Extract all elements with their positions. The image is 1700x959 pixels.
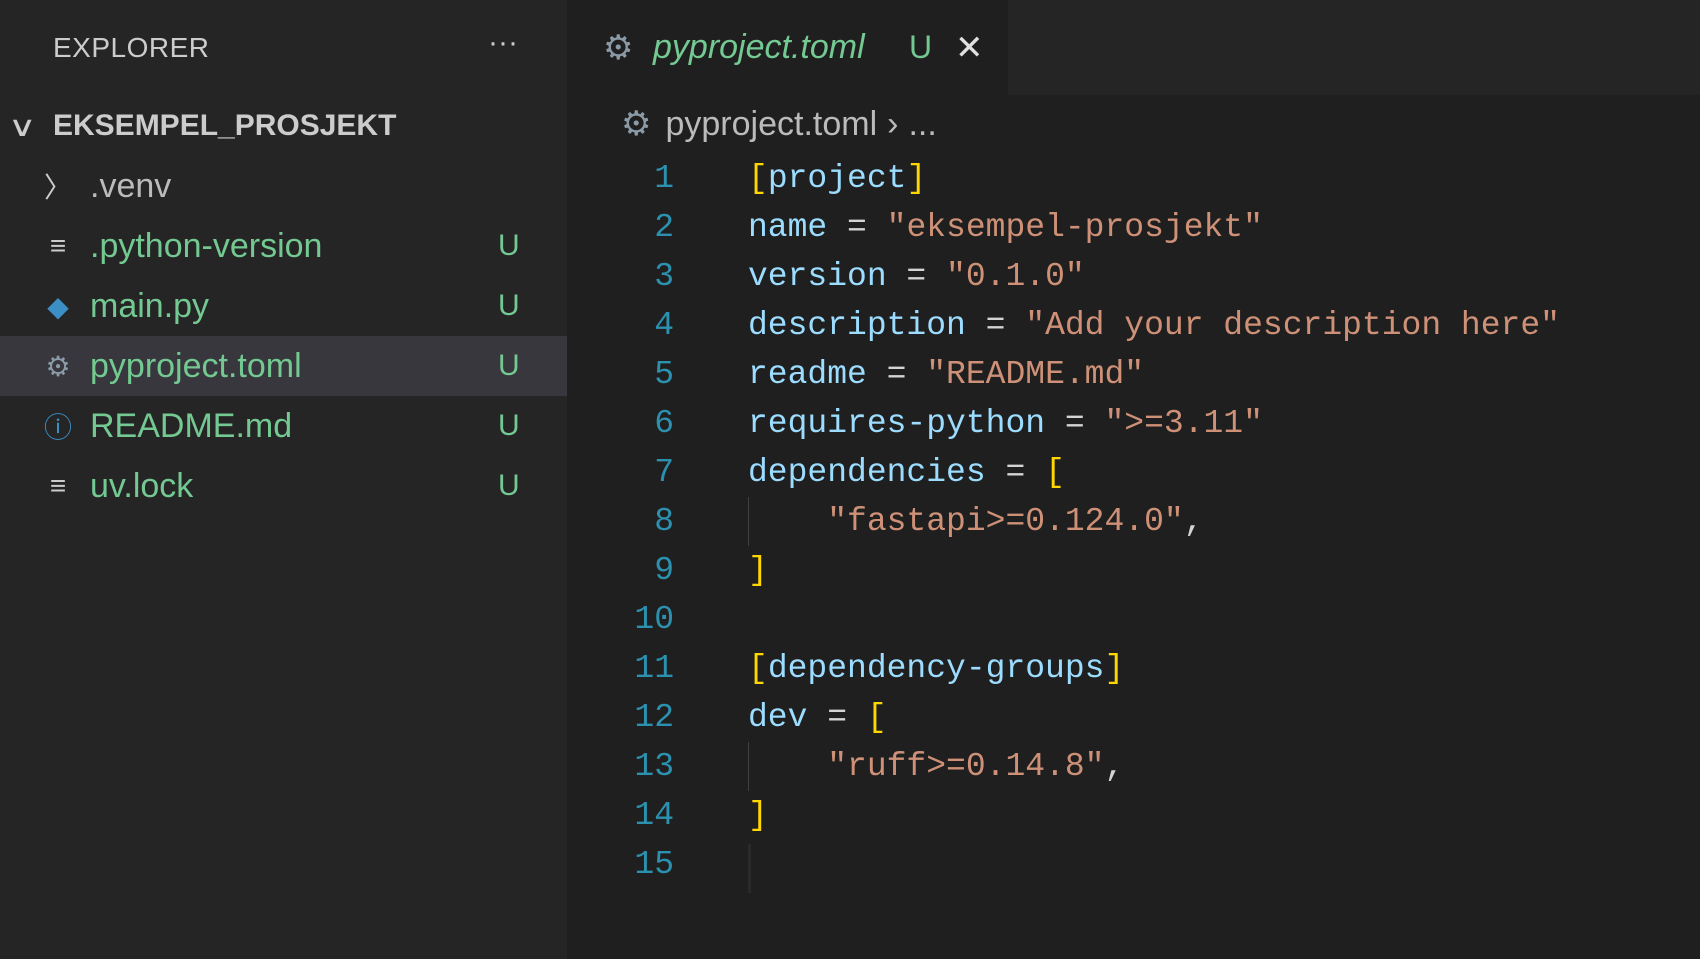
- chevron-right-icon: 〉: [43, 172, 72, 203]
- gear-icon: ⚙: [45, 350, 71, 382]
- breadcrumb-file[interactable]: pyproject.toml: [665, 105, 877, 144]
- tab-label: pyproject.toml: [653, 28, 865, 66]
- code-line: 10: [634, 601, 674, 638]
- gear-icon: ⚙: [621, 105, 652, 143]
- gear-icon: ⚙: [603, 28, 634, 67]
- tree-item-readme[interactable]: ⓘ README.md U: [0, 396, 567, 456]
- tree-item-python-version[interactable]: ≡ .python-version U: [0, 216, 567, 276]
- more-actions-button[interactable]: ···: [488, 26, 518, 60]
- chevron-down-icon: ∨: [7, 110, 37, 142]
- editor: ⚙ pyproject.toml U ✕ ⚙ pyproject.toml › …: [567, 0, 1700, 959]
- untracked-badge: U: [498, 289, 520, 322]
- chevron-right-icon: ›: [887, 104, 899, 143]
- untracked-badge: U: [498, 469, 520, 502]
- close-icon[interactable]: ✕: [955, 28, 984, 68]
- code-line: 7 dependencies = [: [654, 454, 1065, 491]
- project-folder[interactable]: ∨ EKSEMPEL_PROSJEKT: [0, 96, 567, 156]
- file-label: main.py: [90, 286, 210, 325]
- explorer-title: EXPLORER: [53, 32, 210, 63]
- tree-item-pyproject[interactable]: ⚙ pyproject.toml U: [0, 336, 567, 396]
- code-line: 2 name = "eksempel-prosjekt": [654, 209, 1263, 246]
- code-line: 13 "ruff>=0.14.8",: [634, 748, 1125, 785]
- info-icon: ⓘ: [43, 412, 72, 443]
- code-line: 15: [634, 846, 674, 883]
- untracked-badge: U: [909, 29, 933, 65]
- tab-bar: ⚙ pyproject.toml U ✕: [567, 0, 1700, 95]
- file-label: uv.lock: [90, 466, 194, 505]
- code-line: 9]: [654, 552, 768, 589]
- untracked-badge: U: [498, 349, 520, 382]
- code-line: 14]: [634, 797, 768, 834]
- file-label: README.md: [90, 406, 293, 445]
- file-label: .python-version: [90, 226, 323, 265]
- code-line: 4 description = "Add your description her…: [654, 307, 1560, 344]
- lines-icon: ≡: [49, 470, 67, 501]
- breadcrumb-symbols[interactable]: ...: [908, 105, 936, 144]
- explorer-sidebar: EXPLORER ··· ∨ EKSEMPEL_PROSJEKT 〉 .venv…: [0, 0, 567, 959]
- python-icon: ◆: [47, 290, 69, 322]
- code-line: 6 requires-python = ">=3.11": [654, 405, 1263, 442]
- code-line: 3 version = "0.1.0": [654, 258, 1085, 295]
- code-line: 5 readme = "README.md": [654, 356, 1145, 393]
- lines-icon: ≡: [49, 230, 67, 261]
- file-label: pyproject.toml: [90, 346, 302, 385]
- tab-pyproject[interactable]: ⚙ pyproject.toml U ✕: [567, 0, 1008, 95]
- breadcrumb: ⚙ pyproject.toml › ...: [621, 104, 937, 144]
- code-line: 12 dev = [: [634, 699, 887, 736]
- tree-item-uv-lock[interactable]: ≡ uv.lock U: [0, 456, 567, 516]
- file-label: .venv: [90, 166, 172, 205]
- untracked-badge: U: [498, 229, 520, 262]
- code-line: 11 [dependency-groups]: [634, 650, 1125, 687]
- untracked-badge: U: [498, 409, 520, 442]
- tree-item-venv[interactable]: 〉 .venv: [0, 156, 567, 216]
- tree-item-main-py[interactable]: ◆ main.py U: [0, 276, 567, 336]
- code-line: 8 "fastapi>=0.124.0",: [654, 503, 1204, 540]
- project-name: EKSEMPEL_PROSJEKT: [53, 109, 397, 142]
- code-line: 1 [project]: [654, 160, 927, 197]
